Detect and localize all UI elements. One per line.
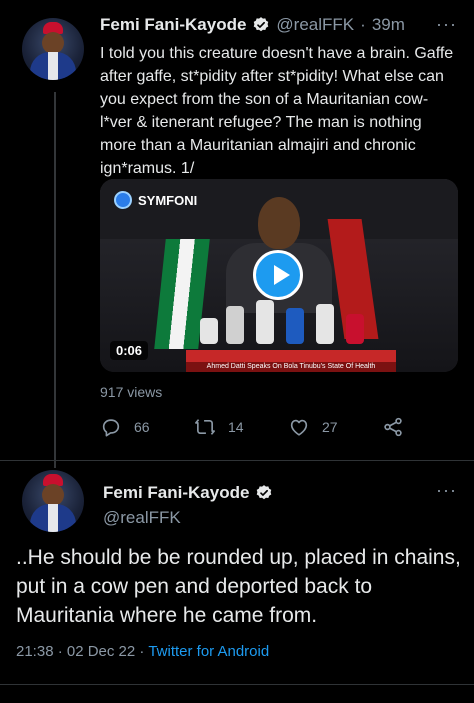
play-icon[interactable] (253, 250, 303, 300)
tweet-timestamp[interactable]: 21:38 · 02 Dec 22 · (16, 643, 148, 660)
retweet-count: 14 (228, 419, 244, 435)
view-count[interactable]: 917 views (100, 384, 162, 400)
retweet-button[interactable]: 14 (194, 416, 244, 438)
tweet1-author-row: Femi Fani-Kayode @realFFK · 39m (100, 15, 405, 35)
tweet-actions: 66 14 27 (100, 416, 420, 440)
reply-icon (102, 419, 120, 437)
verified-badge-icon (257, 485, 272, 500)
verified-badge-icon (254, 17, 269, 32)
author-name[interactable]: Femi Fani-Kayode (103, 483, 249, 503)
like-count: 27 (322, 419, 338, 435)
like-icon (290, 419, 308, 436)
video-caption: Ahmed Datti Speaks On Bola Tinubu's Stat… (186, 362, 396, 372)
channel-logo-text: SYMFONI (138, 192, 198, 208)
tweet-time[interactable]: 39m (372, 15, 405, 35)
tweet-divider (0, 460, 474, 461)
avatar[interactable] (22, 18, 84, 80)
share-icon (384, 417, 402, 437)
tweet-source[interactable]: Twitter for Android (148, 643, 269, 660)
video-duration: 0:06 (110, 341, 149, 360)
share-button[interactable] (382, 416, 404, 438)
tweet-text: ..He should be be rounded up, placed in … (16, 546, 461, 627)
tweet-metadata: 21:38 · 02 Dec 22 · Twitter for Android (16, 643, 269, 660)
meta-separator: · (360, 15, 366, 34)
more-options-icon[interactable]: ··· (436, 480, 457, 501)
video-player[interactable]: Ahmed Datti Speaks On Bola Tinubu's Stat… (100, 179, 458, 372)
bottom-divider (0, 684, 474, 685)
author-name[interactable]: Femi Fani-Kayode (100, 15, 246, 35)
like-button[interactable]: 27 (288, 416, 338, 438)
thread-connector-line (54, 92, 56, 468)
reply-button[interactable]: 66 (100, 416, 150, 438)
author-handle[interactable]: @realFFK (276, 15, 354, 35)
tweet2-author-row: Femi Fani-Kayode (103, 483, 273, 503)
avatar[interactable] (22, 470, 84, 532)
author-handle[interactable]: @realFFK (103, 508, 181, 528)
tweet-text: I told you this creature doesn't have a … (100, 45, 454, 177)
retweet-icon (195, 419, 215, 435)
reply-count: 66 (134, 419, 150, 435)
channel-logo: SYMFONI (114, 191, 197, 209)
more-options-icon[interactable]: ··· (436, 14, 457, 35)
